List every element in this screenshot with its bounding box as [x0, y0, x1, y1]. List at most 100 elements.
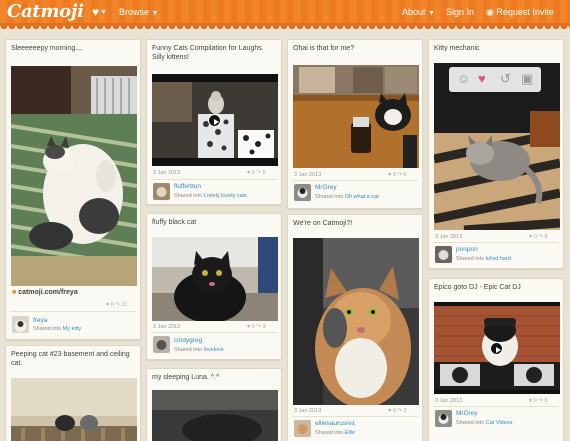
post-title: Ohai is that for me?: [293, 45, 355, 52]
like-count: 0: [392, 172, 396, 178]
repost-count: 3: [403, 408, 407, 414]
divider: [151, 332, 277, 333]
smiley-icon[interactable]: ☺: [457, 71, 470, 87]
like-icon: ♥: [247, 170, 251, 176]
shared-prefix: Shared into: [315, 430, 344, 436]
like-icon: ♥: [106, 302, 110, 308]
post-card-peeping-cat[interactable]: Peeping cat #23 basement and ceiling cat…: [5, 345, 141, 441]
username-link[interactable]: cindygreg: [174, 337, 202, 344]
repost-icon[interactable]: ↺: [500, 71, 511, 87]
avatar[interactable]: [435, 246, 452, 263]
username-link[interactable]: freya: [33, 317, 47, 324]
chevron-down-icon: ▼: [428, 10, 435, 17]
avatar[interactable]: [153, 183, 170, 200]
post-stats: ♥ 0 ↷ 3: [388, 408, 407, 414]
collection-link[interactable]: Oh what a cat: [345, 194, 379, 200]
about-label: About: [402, 7, 426, 17]
about-menu[interactable]: About ▼: [402, 7, 435, 17]
source-link[interactable]: ■ catmoji.com/freya: [12, 289, 78, 296]
post-photo[interactable]: [11, 66, 137, 286]
username-link[interactable]: ponpon: [456, 246, 478, 253]
favorites-menu[interactable]: ♥▼: [92, 5, 114, 21]
repost-icon: ↷: [538, 398, 543, 404]
shared-into: Shared into Ellie: [315, 430, 355, 436]
shared-prefix: Shared into: [315, 194, 344, 200]
request-invite-link[interactable]: ◉ Request Invite: [486, 7, 554, 18]
post-video-thumbnail[interactable]: [434, 302, 560, 394]
collection-link[interactable]: My kitty: [63, 326, 82, 332]
shared-into: Shared into Oh what a cat: [315, 194, 379, 200]
username-link[interactable]: fluffertton: [174, 183, 201, 190]
post-stats: ♥ 0 ↷ 6: [388, 172, 407, 178]
divider: [433, 242, 559, 243]
post-date: 3 Jan 2013: [294, 172, 322, 178]
play-icon[interactable]: [490, 342, 503, 355]
like-count: 0: [251, 170, 255, 176]
heart-icon[interactable]: ♥: [478, 71, 486, 87]
avatar[interactable]: [12, 316, 29, 333]
post-photo[interactable]: [152, 390, 278, 441]
source-favicon: ■: [12, 289, 17, 296]
heart-icon: ♥: [92, 5, 100, 19]
post-title: Sleeeeeepy morning....: [11, 45, 83, 52]
avatar[interactable]: [435, 410, 452, 427]
like-icon: ♥: [247, 324, 251, 330]
like-icon: ♥: [529, 398, 533, 404]
collection-link[interactable]: lol'ed hard: [486, 256, 511, 262]
post-photo[interactable]: [11, 378, 137, 441]
shared-prefix: Shared into: [174, 347, 203, 353]
shared-into: Shared into lol'ed hard: [456, 256, 511, 262]
shared-prefix: Shared into: [174, 193, 203, 199]
post-title: We're on Catmoji?!: [293, 220, 353, 227]
avatar[interactable]: [294, 184, 311, 201]
collection-link[interactable]: Lovely lovely cats: [204, 193, 247, 199]
repost-icon: ↷: [397, 172, 402, 178]
divider: [292, 180, 418, 181]
post-stats: ♥ 0 ↷ 3: [247, 324, 266, 330]
username-link[interactable]: MrGrey: [456, 410, 478, 417]
post-date: 3 Jan 2013: [153, 170, 181, 176]
request-invite-label: Request Invite: [496, 7, 554, 17]
repost-count: 3: [262, 324, 266, 330]
scalloped-edge: [0, 26, 570, 30]
browse-menu[interactable]: Browse ▼: [119, 7, 158, 17]
like-count: 0: [251, 324, 255, 330]
comment-icon[interactable]: ▣: [521, 71, 533, 87]
shared-prefix: Shared into: [33, 326, 62, 332]
username-link[interactable]: elliesaurusrex: [315, 420, 355, 427]
post-video-thumbnail[interactable]: [152, 74, 278, 166]
post-card-fluffy-black-cat[interactable]: fluffy black cat 3 Jan 2013 ♥ 0 ↷ 3 cind…: [146, 213, 282, 360]
play-icon[interactable]: [208, 114, 221, 127]
shared-into: Shared into My kitty: [33, 326, 81, 332]
post-card-sleeping-luna[interactable]: my sleeping Luna. ^.^: [146, 368, 282, 441]
reaction-bar: ☺ ♥ ↺ ▣: [449, 67, 541, 92]
post-photo[interactable]: [293, 238, 419, 405]
post-photo[interactable]: [152, 237, 278, 321]
post-stats: ♥ 0 ↷ 8: [529, 234, 548, 240]
divider: [433, 406, 559, 407]
post-card-funny-cats[interactable]: Funny Cats Compilation for Laughs. Silly…: [146, 39, 282, 205]
sign-in-link[interactable]: Sign In: [446, 7, 474, 17]
post-photo[interactable]: [293, 65, 419, 168]
collection-link[interactable]: lovelove: [204, 347, 224, 353]
post-card-epic-cat-dj[interactable]: Epico goto DJ - Epic Cat DJ 3 Jan 2013 ♥…: [428, 278, 564, 441]
catmoji-logo[interactable]: Catmoji: [7, 1, 84, 22]
post-card-sleepy-morning[interactable]: Sleeeeeepy morning.... ■ catmoji.com/fre…: [5, 39, 141, 340]
like-count: 0: [110, 302, 114, 308]
shared-into: Shared into Lovely lovely cats: [174, 193, 247, 199]
avatar[interactable]: [153, 336, 170, 353]
post-card-ohai[interactable]: Ohai is that for me? 3 Jan 2013 ♥ 0 ↷ 6 …: [287, 39, 423, 209]
repost-icon: ↷: [115, 302, 120, 308]
avatar[interactable]: [294, 420, 311, 437]
repost-count: 5: [262, 170, 266, 176]
repost-icon: ↷: [538, 234, 543, 240]
repost-icon: ↷: [397, 408, 402, 414]
divider: [292, 416, 418, 417]
collection-link[interactable]: Ellie: [345, 430, 355, 436]
repost-count: 8: [544, 234, 548, 240]
username-link[interactable]: MrGrey: [315, 184, 337, 191]
collection-link[interactable]: Cat Videos: [486, 420, 513, 426]
top-nav-bar: Catmoji ♥▼ Browse ▼ About ▼ Sign In ◉ Re…: [0, 0, 570, 30]
post-stats: ♥ 0 ↷ 11: [106, 302, 127, 308]
post-card-were-on-catmoji[interactable]: We're on Catmoji?! 3 Jan 2013 ♥ 0 ↷ 3 el…: [287, 214, 423, 441]
